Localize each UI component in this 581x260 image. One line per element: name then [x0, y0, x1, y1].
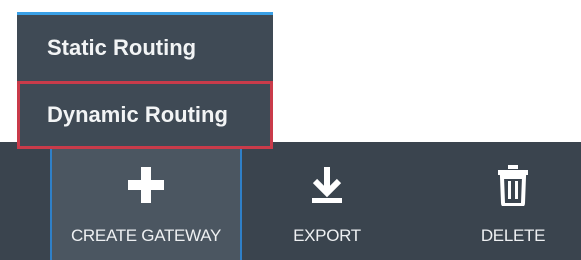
delete-label: DELETE — [480, 226, 546, 245]
action-toolbar: CREATE GATEWAY EXPORT DELETE — [0, 142, 581, 260]
routing-dropdown-menu: Static Routing Dynamic Routing — [17, 12, 273, 149]
menu-item-static-routing[interactable]: Static Routing — [17, 15, 273, 81]
create-gateway-button[interactable]: CREATE GATEWAY — [50, 142, 242, 260]
download-icon — [258, 162, 396, 208]
trash-icon — [445, 162, 581, 208]
menu-item-dynamic-routing[interactable]: Dynamic Routing — [17, 81, 273, 149]
menu-item-label: Static Routing — [47, 35, 197, 60]
routing-panel: Static Routing Dynamic Routing CREATE GA… — [0, 0, 581, 260]
export-label: EXPORT — [293, 226, 361, 245]
export-button[interactable]: EXPORT — [258, 142, 396, 260]
create-gateway-label: CREATE GATEWAY — [70, 226, 222, 245]
menu-item-label: Dynamic Routing — [47, 102, 228, 127]
plus-icon — [52, 162, 240, 208]
delete-button[interactable]: DELETE — [445, 142, 581, 260]
